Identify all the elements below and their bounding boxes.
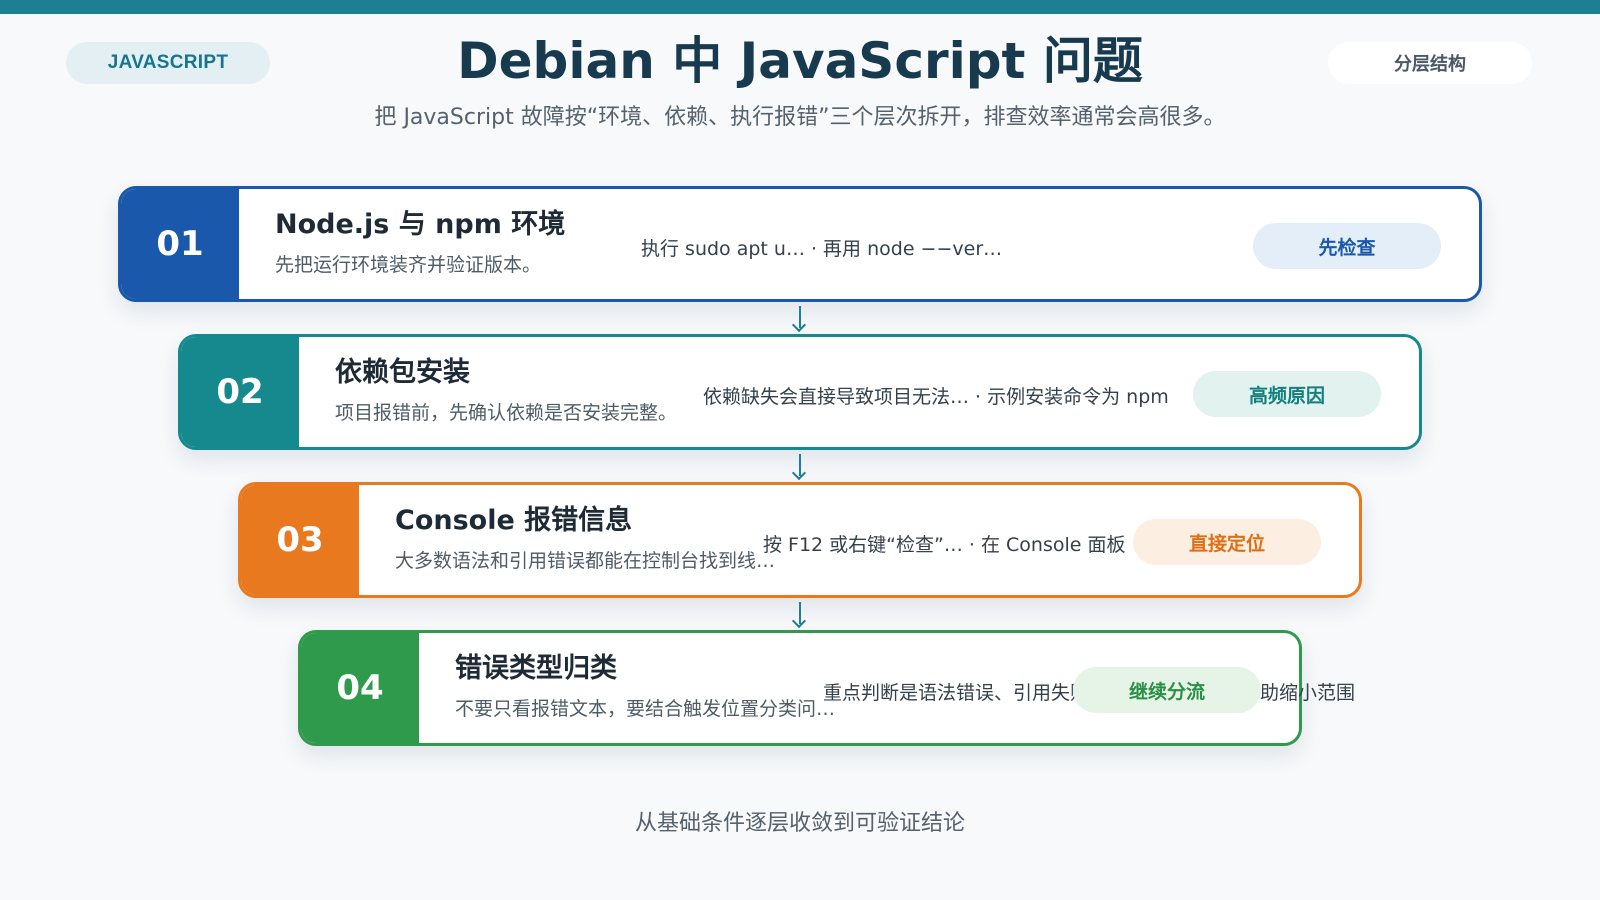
step-badge-2: 高频原因 <box>1193 371 1381 417</box>
step-number-3: 03 <box>241 485 359 595</box>
step-card-2: 02 依赖包安装 项目报错前，先确认依赖是否安装完整。 依赖缺失会直接导致项目无… <box>178 334 1422 450</box>
step-title-4: 错误类型归类 <box>455 653 617 684</box>
flow-arrow-1 <box>799 306 801 328</box>
step-badge-1: 先检查 <box>1253 223 1441 269</box>
step-badge-4: 继续分流 <box>1073 667 1261 713</box>
step-subtitle-1: 先把运行环境装齐并验证版本。 <box>275 254 542 276</box>
top-accent-bar <box>0 0 1600 14</box>
step-number-2: 02 <box>181 337 299 447</box>
step-card-1: 01 Node.js 与 npm 环境 先把运行环境装齐并验证版本。 执行 su… <box>118 186 1482 302</box>
structure-tag: 分层结构 <box>1328 42 1532 84</box>
step-subtitle-3: 大多数语法和引用错误都能在控制台找到线… <box>395 550 776 572</box>
step-subtitle-2: 项目报错前，先确认依赖是否安装完整。 <box>335 402 678 424</box>
step-number-1: 01 <box>121 189 239 299</box>
step-card-4: 04 错误类型归类 不要只看报错文本，要结合触发位置分类问… 重点判断是语法错误… <box>298 630 1355 746</box>
footer-caption: 从基础条件逐层收敛到可验证结论 <box>634 811 965 836</box>
step-detail-2: 依赖缺失会直接导致项目无法… · 示例安装命令为 npm <box>703 386 1169 408</box>
step-badge-3: 直接定位 <box>1133 519 1321 565</box>
page-subtitle: 把 JavaScript 故障按“环境、依赖、执行报错”三个层次拆开，排查效率通… <box>374 105 1226 130</box>
flow-arrow-3 <box>799 602 801 624</box>
step-detail-3: 按 F12 或右键“检查”… · 在 Console 面板 <box>763 534 1126 556</box>
step-detail-1: 执行 sudo apt u… · 再用 node −−ver… <box>641 238 1003 260</box>
step-title-2: 依赖包安装 <box>335 357 470 388</box>
flow-arrow-2 <box>799 454 801 476</box>
step-number-4: 04 <box>301 633 419 743</box>
step-title-1: Node.js 与 npm 环境 <box>275 209 566 240</box>
step-title-3: Console 报错信息 <box>395 505 633 536</box>
step-card-3: 03 Console 报错信息 大多数语法和引用错误都能在控制台找到线… 按 F… <box>238 482 1362 598</box>
step-subtitle-4: 不要只看报错文本，要结合触发位置分类问… <box>455 698 836 720</box>
